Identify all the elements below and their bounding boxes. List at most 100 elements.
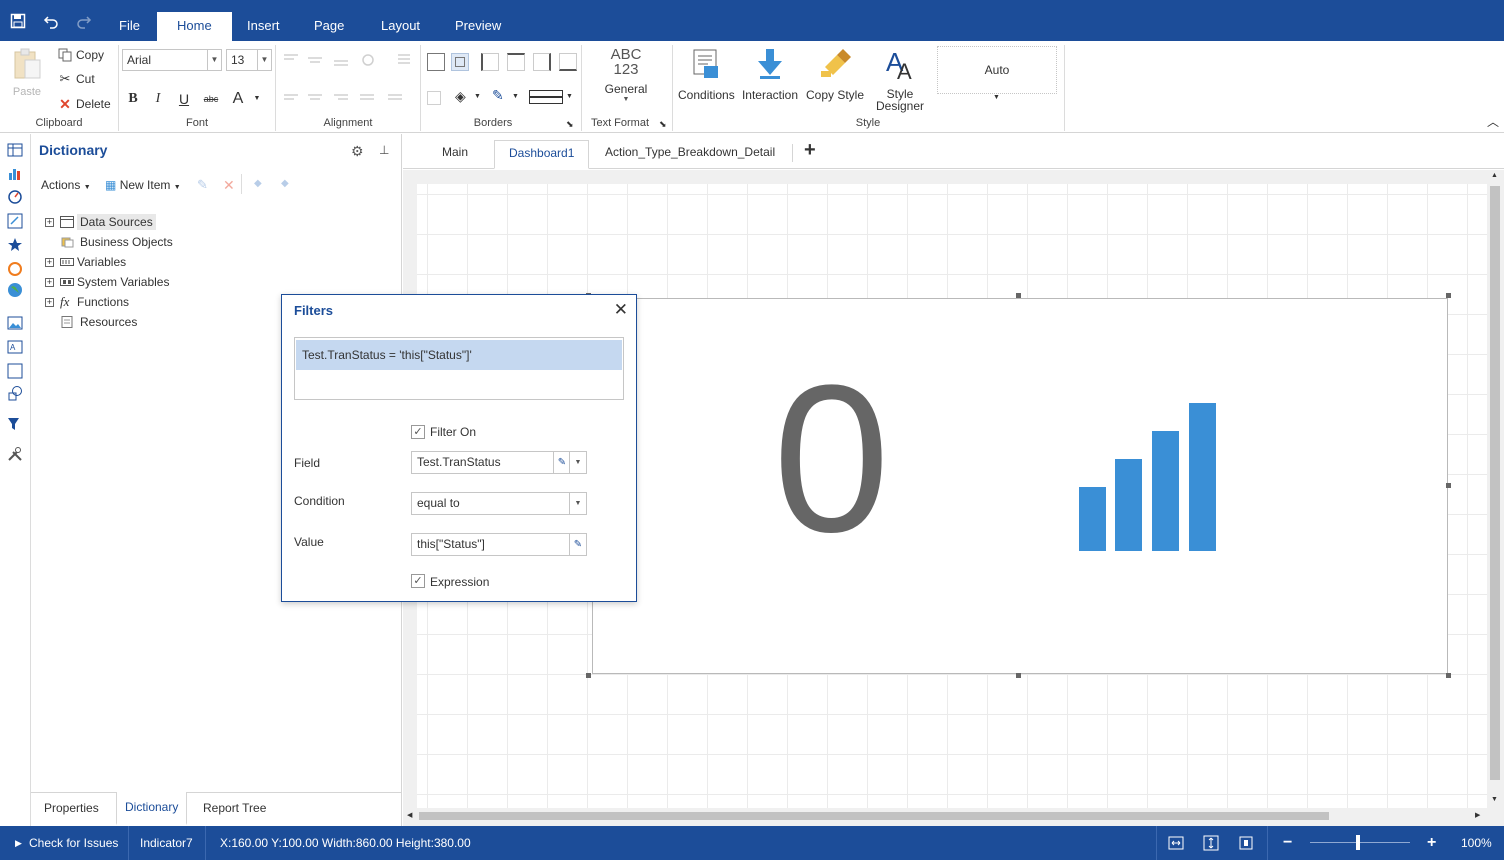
new-item-menu[interactable]: ▦ New Item ▼ (105, 178, 181, 192)
save-icon[interactable] (10, 13, 26, 29)
tab-properties[interactable]: Properties (36, 793, 107, 826)
resize-handle[interactable] (1016, 293, 1021, 298)
interaction-button[interactable]: Interaction (741, 47, 799, 102)
chevron-down-icon[interactable]: ▼ (474, 93, 481, 100)
map-icon[interactable] (7, 282, 23, 298)
indicator-element[interactable]: 0 (592, 298, 1448, 674)
scroll-down-icon[interactable]: ▼ (1491, 796, 1498, 803)
shadow-button[interactable] (427, 91, 441, 105)
expression-checkbox[interactable]: ✓ (411, 574, 425, 588)
filters-list[interactable]: Test.TranStatus = 'this["Status"]' (294, 337, 624, 400)
edit-icon[interactable]: ✎ (197, 177, 208, 193)
font-size-select[interactable]: 13 ▼ (226, 49, 272, 71)
border-left-button[interactable] (481, 53, 499, 71)
chart-icon[interactable] (7, 165, 23, 181)
horizontal-scrollbar[interactable]: ◀ ▶ (405, 810, 1487, 822)
add-tab-icon[interactable]: + (804, 139, 816, 162)
zoom-slider-thumb[interactable] (1356, 835, 1360, 850)
actions-menu[interactable]: Actions ▼ (41, 178, 91, 192)
tree-item-variables[interactable]: + Variables (45, 253, 126, 271)
check-for-issues-button[interactable]: Check for Issues (29, 826, 118, 860)
pivot-icon[interactable] (7, 213, 23, 229)
paste-button[interactable]: Paste (10, 47, 44, 98)
scroll-left-icon[interactable]: ◀ (407, 811, 412, 819)
conditions-button[interactable]: Conditions (678, 47, 735, 102)
strikethrough-button[interactable]: abc (202, 90, 220, 108)
expand-icon[interactable]: + (45, 277, 54, 287)
scroll-thumb[interactable] (1490, 186, 1500, 780)
fit-width-icon[interactable] (1168, 835, 1184, 851)
close-icon[interactable]: ✕ (614, 300, 628, 320)
chevron-down-icon[interactable]: ▼ (993, 94, 1000, 101)
move-up-icon[interactable]: ◆ (254, 178, 262, 189)
vertical-scrollbar[interactable]: ▲ ▼ (1489, 172, 1501, 808)
scroll-thumb[interactable] (419, 812, 1329, 820)
undo-icon[interactable] (43, 13, 59, 29)
pin-icon[interactable]: ⊥ (379, 143, 389, 157)
resize-handle[interactable] (1446, 673, 1451, 678)
tree-item-resources[interactable]: Resources (45, 313, 140, 331)
alignment-icons[interactable] (282, 51, 412, 111)
tab-file[interactable]: File (99, 12, 160, 41)
border-none-button[interactable] (451, 53, 469, 71)
fit-page-icon[interactable] (1238, 835, 1254, 851)
expand-icon[interactable]: + (45, 297, 54, 307)
style-gallery[interactable]: Auto (937, 46, 1057, 94)
font-color-button[interactable]: A (229, 90, 247, 108)
field-input[interactable]: Test.TranStatus ✎ ▼ (411, 451, 587, 474)
italic-button[interactable]: I (149, 90, 167, 108)
tab-insert[interactable]: Insert (227, 12, 300, 41)
dialog-launcher-icon[interactable]: ⬊ (659, 119, 667, 130)
table-icon[interactable] (7, 142, 23, 158)
tab-layout[interactable]: Layout (361, 12, 440, 41)
redo-icon[interactable] (76, 13, 92, 29)
tree-item-business-objects[interactable]: Business Objects (45, 233, 176, 251)
value-input[interactable]: this["Status"] ✎ (411, 533, 587, 556)
resize-handle[interactable] (1446, 483, 1451, 488)
border-top-button[interactable] (507, 53, 525, 71)
tree-item-data-sources[interactable]: + Data Sources (45, 213, 156, 231)
play-icon[interactable]: ▶ (15, 826, 22, 860)
collapse-ribbon-icon[interactable]: ︿ (1487, 113, 1499, 130)
move-down-icon[interactable]: ◆ (281, 178, 289, 189)
chevron-down-icon[interactable]: ▼ (566, 93, 573, 100)
tab-action-type-breakdown-detail[interactable]: Action_Type_Breakdown_Detail (591, 140, 789, 169)
text-format-button[interactable]: ABC 123 General ▼ (598, 47, 654, 103)
chevron-down-icon[interactable]: ▼ (569, 452, 586, 473)
condition-select[interactable]: equal to ▼ (411, 492, 587, 515)
bold-button[interactable]: B (124, 90, 142, 108)
tab-dictionary[interactable]: Dictionary (116, 792, 188, 825)
resize-handle[interactable] (1016, 673, 1021, 678)
tab-home[interactable]: Home (157, 12, 232, 41)
zoom-in-icon[interactable]: + (1427, 826, 1436, 860)
scroll-up-icon[interactable]: ▲ (1491, 172, 1498, 179)
tab-preview[interactable]: Preview (435, 12, 521, 41)
style-designer-button[interactable]: AA Style Designer (872, 47, 928, 112)
image-icon[interactable] (7, 315, 23, 331)
copy-style-button[interactable]: Copy Style (804, 47, 866, 102)
indicator-icon[interactable] (7, 237, 23, 253)
border-right-button[interactable] (533, 53, 551, 71)
filter-on-checkbox[interactable]: ✓ (411, 425, 425, 439)
zoom-out-icon[interactable]: − (1283, 826, 1292, 860)
text-icon[interactable]: A (7, 339, 23, 355)
fill-color-icon[interactable]: ◈ (455, 88, 466, 105)
shape-icon[interactable] (7, 385, 23, 401)
filter-item[interactable]: Test.TranStatus = 'this["Status"]' (296, 340, 622, 370)
edit-pencil-icon[interactable]: ✎ (553, 452, 570, 473)
tab-dashboard1[interactable]: Dashboard1 (494, 140, 590, 169)
delete-button[interactable]: ✕ Delete (58, 97, 111, 111)
progress-icon[interactable] (7, 261, 23, 277)
tree-item-functions[interactable]: + fx Functions (45, 293, 129, 311)
expand-icon[interactable]: + (45, 257, 54, 267)
tools-icon[interactable] (7, 446, 23, 462)
border-all-button[interactable] (427, 53, 445, 71)
gauge-icon[interactable] (7, 189, 23, 205)
scroll-right-icon[interactable]: ▶ (1475, 811, 1480, 819)
border-bottom-button[interactable] (559, 53, 577, 71)
font-family-select[interactable]: Arial ▼ (122, 49, 222, 71)
border-style-button[interactable] (529, 90, 563, 104)
tree-item-system-variables[interactable]: + System Variables (45, 273, 169, 291)
chevron-down-icon[interactable]: ▼ (569, 493, 586, 514)
tab-main[interactable]: Main (428, 140, 482, 169)
